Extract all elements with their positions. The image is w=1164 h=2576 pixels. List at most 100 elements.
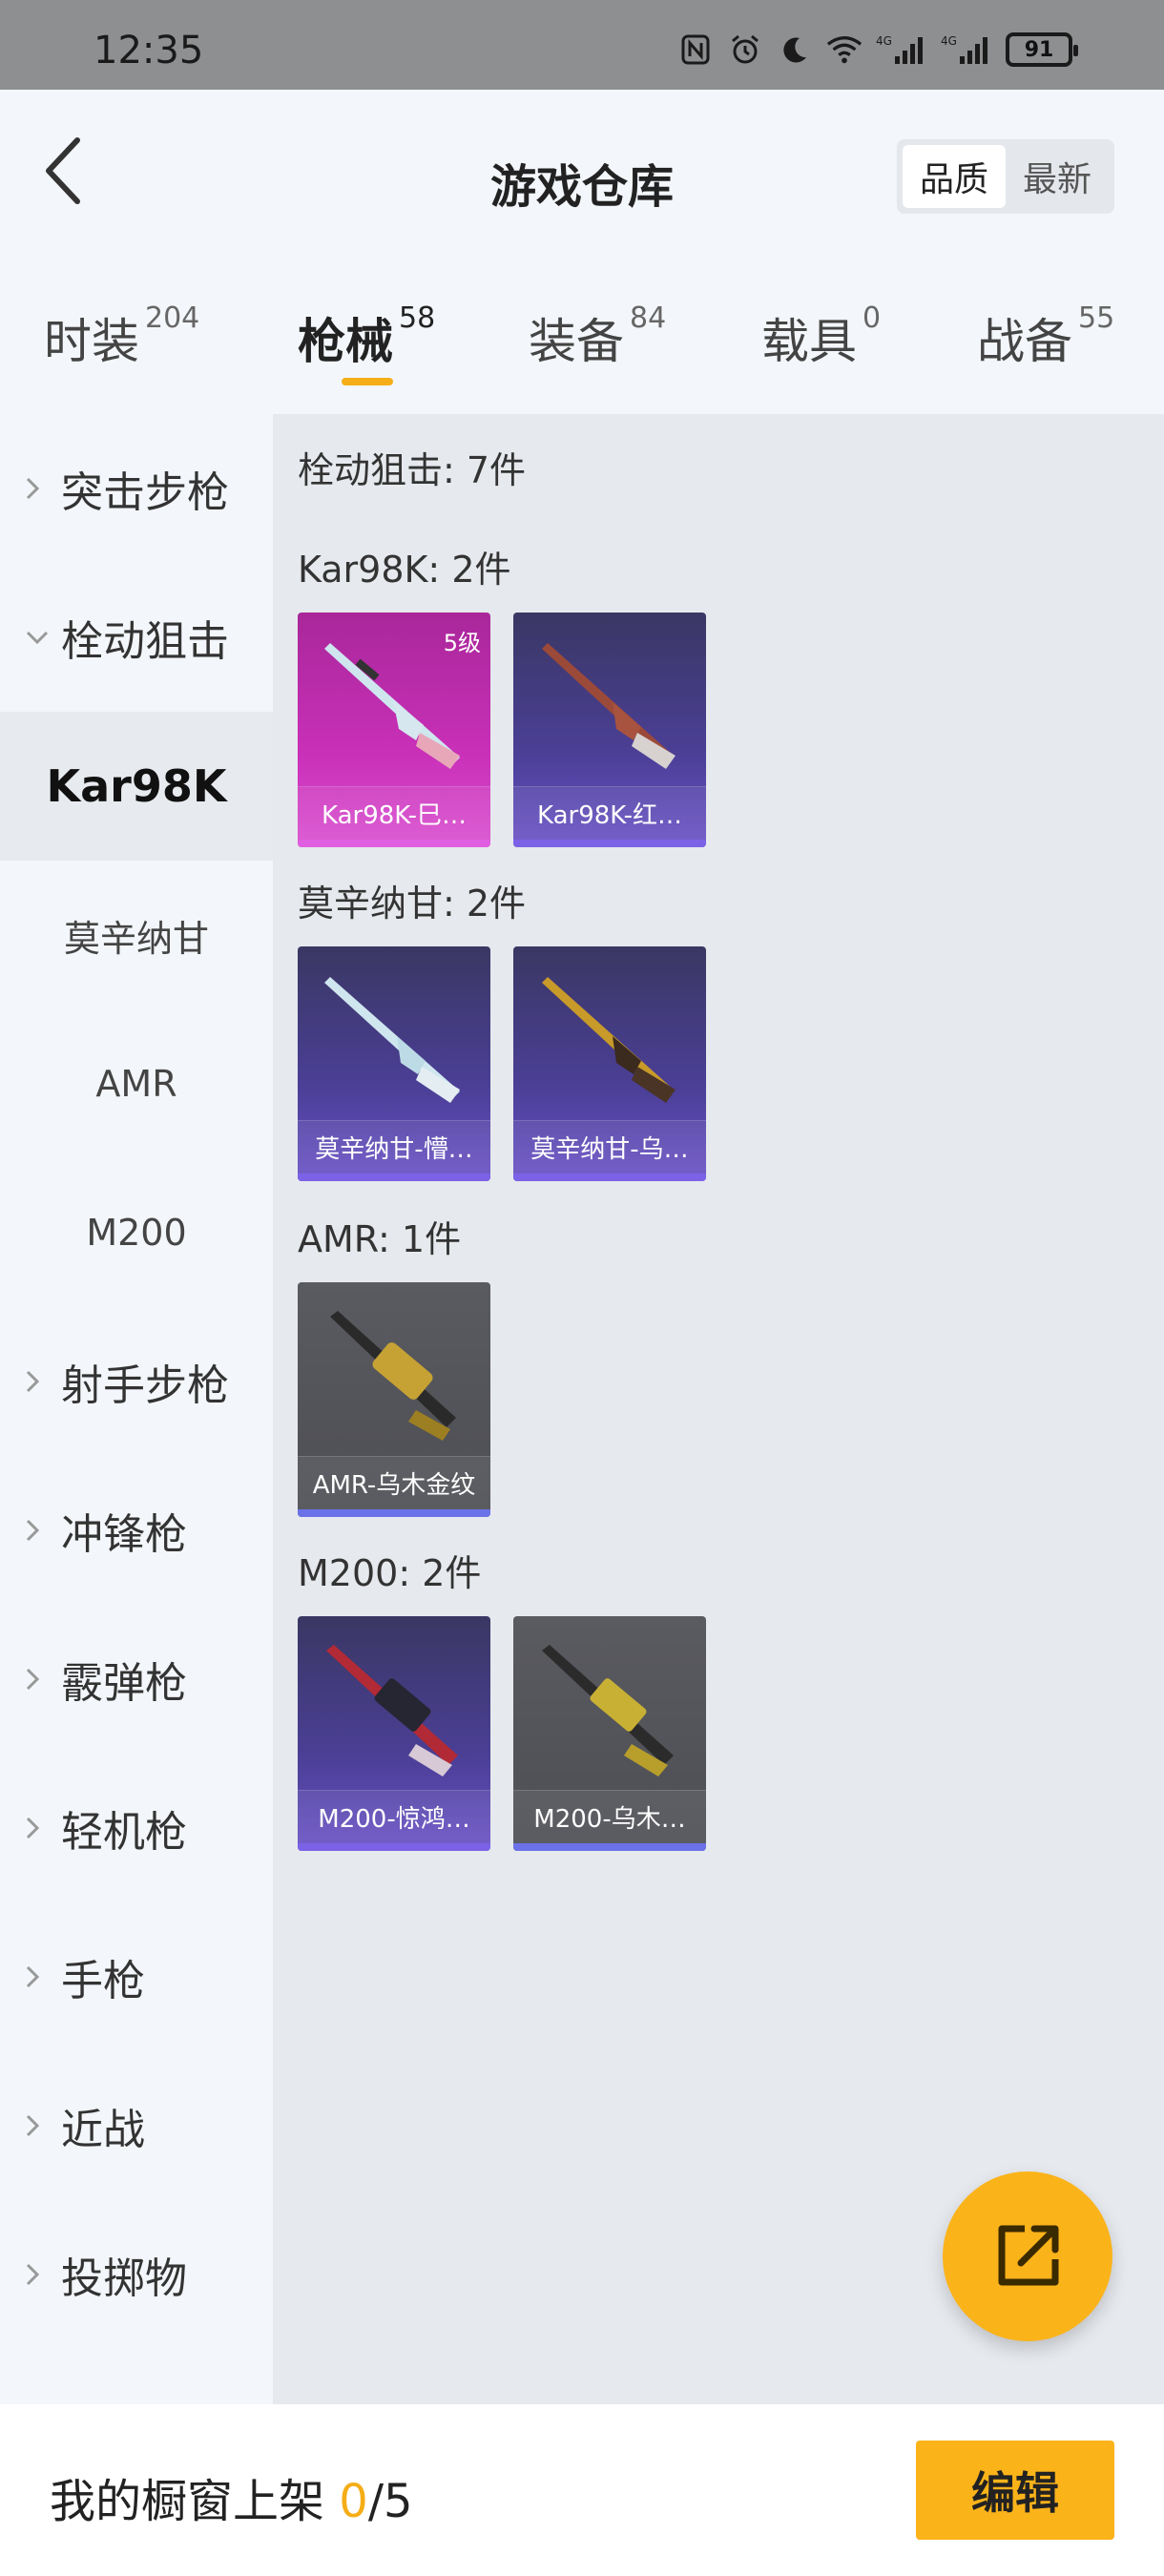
signal-4g-icon: 4G bbox=[876, 32, 927, 67]
rifle-icon bbox=[330, 1311, 456, 1441]
status-bar: 12:35 4G 4G 91 bbox=[0, 0, 1164, 90]
sidebar-item-throwable[interactable]: 投掷物 bbox=[0, 2200, 273, 2349]
sidebar-item-bolt-sniper[interactable]: 栓动狙击 bbox=[0, 563, 273, 712]
tab-count: 204 bbox=[145, 301, 200, 335]
sidebar-item-label: 手枪 bbox=[61, 1957, 145, 2005]
rifle-icon bbox=[542, 643, 676, 769]
status-icons: 4G 4G 91 bbox=[677, 32, 1078, 67]
sidebar-sub-kar98k[interactable]: Kar98K bbox=[0, 712, 273, 861]
sidebar-sub-amr[interactable]: AMR bbox=[0, 1009, 273, 1158]
tab-fashion[interactable]: 时装 204 bbox=[44, 301, 200, 389]
group-title: M200: 2件 bbox=[298, 1552, 482, 1594]
rarity-bar bbox=[513, 1174, 706, 1181]
tab-label: 装备 bbox=[529, 314, 624, 369]
chevron-right-icon bbox=[25, 2262, 52, 2287]
item-name: AMR-乌木金纹 bbox=[298, 1456, 490, 1509]
sidebar-item-shotgun[interactable]: 霰弹枪 bbox=[0, 1605, 273, 1754]
sidebar-item-label: 射手步枪 bbox=[61, 1361, 229, 1410]
item-card[interactable]: 莫辛纳甘-懵… bbox=[298, 946, 490, 1181]
chevron-right-icon bbox=[25, 1667, 52, 1692]
category-tabs: 时装 204 枪械 58 装备 84 载具 0 战备 55 bbox=[0, 286, 1164, 401]
sidebar-item-label: 近战 bbox=[61, 2106, 145, 2154]
item-name: M200-乌木… bbox=[513, 1790, 706, 1843]
showcase-current: 0 bbox=[339, 2475, 368, 2528]
tab-equipment[interactable]: 装备 84 bbox=[529, 301, 667, 389]
sidebar-item-marksman-rifle[interactable]: 射手步枪 bbox=[0, 1307, 273, 1456]
item-card[interactable]: AMR-乌木金纹 bbox=[298, 1282, 490, 1517]
sidebar-item-assault-rifle[interactable]: 突击步枪 bbox=[0, 414, 273, 563]
item-card[interactable]: 莫辛纳甘-乌… bbox=[513, 946, 706, 1181]
sidebar-item-smg[interactable]: 冲锋枪 bbox=[0, 1456, 273, 1605]
rifle-icon bbox=[324, 977, 460, 1103]
rarity-bar bbox=[298, 1509, 490, 1517]
sidebar-item-label: 冲锋枪 bbox=[61, 1510, 187, 1559]
item-card[interactable]: 5级 Kar98K-巳… bbox=[298, 613, 490, 847]
rarity-bar bbox=[298, 840, 490, 847]
rarity-bar bbox=[298, 1843, 490, 1851]
sort-toggle: 品质 最新 bbox=[897, 139, 1114, 214]
item-name: 莫辛纳甘-乌… bbox=[513, 1120, 706, 1174]
tab-count: 0 bbox=[863, 301, 882, 335]
group-title: Kar98K: 2件 bbox=[298, 549, 511, 591]
sidebar-item-label: 栓动狙击 bbox=[61, 617, 229, 666]
sidebar: 突击步枪 栓动狙击 Kar98K 莫辛纳甘 AMR M200 射手步枪 冲锋枪 … bbox=[0, 414, 273, 2404]
wifi-icon bbox=[826, 32, 863, 67]
showcase-total: /5 bbox=[367, 2475, 413, 2528]
svg-text:4G: 4G bbox=[876, 34, 892, 48]
rarity-bar bbox=[298, 1174, 490, 1181]
sidebar-item-pistol[interactable]: 手枪 bbox=[0, 1902, 273, 2051]
tab-firearms[interactable]: 枪械 58 bbox=[298, 301, 436, 389]
tab-supplies[interactable]: 战备 55 bbox=[977, 301, 1115, 389]
moon-icon bbox=[777, 32, 813, 67]
rifle-icon bbox=[542, 1645, 674, 1776]
item-name: M200-惊鸿… bbox=[298, 1790, 490, 1843]
category-summary: 栓动狙击: 7件 bbox=[298, 449, 527, 491]
sort-newest-option[interactable]: 最新 bbox=[1006, 145, 1109, 208]
rifle-icon bbox=[326, 1645, 458, 1776]
showcase-label: 我的橱窗上架 bbox=[50, 2475, 340, 2528]
sidebar-item-label: 突击步枪 bbox=[61, 468, 229, 517]
tab-count: 58 bbox=[399, 301, 436, 335]
chevron-right-icon bbox=[25, 1518, 52, 1543]
rarity-bar bbox=[513, 1843, 706, 1851]
item-level: 5级 bbox=[443, 630, 481, 656]
sidebar-item-label: 投掷物 bbox=[61, 2254, 187, 2303]
share-external-icon bbox=[998, 2225, 1059, 2286]
status-time: 12:35 bbox=[94, 29, 204, 73]
sidebar-item-label: 轻机枪 bbox=[61, 1808, 187, 1857]
tab-label: 载具 bbox=[761, 314, 857, 369]
item-name: Kar98K-巳… bbox=[298, 786, 490, 840]
tab-label: 枪械 bbox=[298, 314, 393, 369]
chevron-right-icon bbox=[25, 476, 52, 501]
tab-count: 55 bbox=[1078, 301, 1115, 335]
item-name: Kar98K-红… bbox=[513, 786, 706, 840]
tab-vehicles[interactable]: 载具 0 bbox=[761, 301, 882, 389]
active-tab-indicator bbox=[342, 378, 393, 385]
item-grid: 栓动狙击: 7件 Kar98K: 2件 5级 Kar98K-巳… Kar98K-… bbox=[273, 414, 1164, 2404]
group-title: AMR: 1件 bbox=[298, 1218, 462, 1260]
sidebar-item-lmg[interactable]: 轻机枪 bbox=[0, 1754, 273, 1902]
group-title: 莫辛纳甘: 2件 bbox=[298, 883, 527, 924]
item-card[interactable]: M200-乌木… bbox=[513, 1616, 706, 1851]
item-name: 莫辛纳甘-懵… bbox=[298, 1120, 490, 1174]
chevron-right-icon bbox=[25, 2113, 52, 2138]
sidebar-sub-mosin[interactable]: 莫辛纳甘 bbox=[0, 861, 273, 1009]
edit-button[interactable]: 编辑 bbox=[916, 2441, 1114, 2540]
tab-count: 84 bbox=[630, 301, 667, 335]
sidebar-item-melee[interactable]: 近战 bbox=[0, 2051, 273, 2200]
sidebar-sub-m200[interactable]: M200 bbox=[0, 1158, 273, 1307]
bottom-bar: 我的橱窗上架 0/5 编辑 bbox=[0, 2404, 1164, 2576]
chevron-down-icon bbox=[25, 630, 52, 645]
signal-4g-icon-2: 4G bbox=[941, 32, 992, 67]
rarity-bar bbox=[513, 840, 706, 847]
battery-indicator: 91 bbox=[1006, 32, 1078, 67]
nfc-icon bbox=[677, 32, 714, 67]
share-fab-button[interactable] bbox=[943, 2171, 1112, 2341]
item-card[interactable]: Kar98K-红… bbox=[513, 613, 706, 847]
chevron-right-icon bbox=[25, 1369, 52, 1394]
item-card[interactable]: M200-惊鸿… bbox=[298, 1616, 490, 1851]
tab-label: 战备 bbox=[977, 314, 1072, 369]
sort-quality-option[interactable]: 品质 bbox=[903, 145, 1006, 208]
alarm-icon bbox=[727, 32, 763, 67]
sidebar-item-label: 霰弹枪 bbox=[61, 1659, 187, 1708]
